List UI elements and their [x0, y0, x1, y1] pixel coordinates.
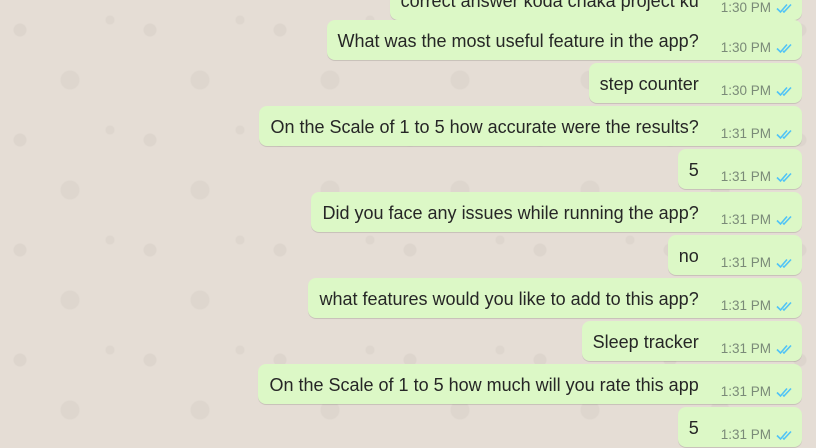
double-check-icon — [776, 344, 792, 354]
double-check-icon — [776, 43, 792, 53]
message-text: what features would you like to add to t… — [319, 289, 699, 309]
message-text: Sleep tracker — [592, 332, 699, 352]
message-time: 1:30 PM — [720, 83, 771, 98]
double-check-icon — [776, 430, 792, 440]
message-time: 1:31 PM — [720, 427, 771, 442]
message-meta: 1:31 PM — [721, 427, 794, 442]
message-text: What was the most useful feature in the … — [337, 31, 699, 51]
message-bubble[interactable]: 5 1:31 PM — [677, 407, 802, 447]
message-bubble[interactable]: Sleep tracker 1:31 PM — [581, 321, 802, 361]
message-meta: 1:31 PM — [721, 126, 794, 141]
double-check-icon — [776, 301, 792, 311]
message-time: 1:31 PM — [720, 341, 771, 356]
message-time: 1:30 PM — [720, 40, 771, 55]
message-time: 1:31 PM — [720, 384, 771, 399]
message-meta: 1:31 PM — [721, 212, 794, 227]
message-meta: 1:31 PM — [721, 384, 794, 399]
double-check-icon — [776, 172, 792, 182]
message-meta: 1:31 PM — [721, 255, 794, 270]
message-meta: 1:31 PM — [721, 341, 794, 356]
message-meta: 1:31 PM — [721, 298, 794, 313]
message-bubble[interactable]: On the Scale of 1 to 5 how accurate were… — [259, 106, 802, 146]
message-bubble[interactable]: 5 1:31 PM — [677, 149, 802, 189]
message-text: Did you face any issues while running th… — [322, 203, 699, 223]
double-check-icon — [776, 215, 792, 225]
message-text: correct answer koda chaka project ku — [400, 0, 699, 11]
double-check-icon — [776, 258, 792, 268]
message-bubble[interactable]: Did you face any issues while running th… — [311, 192, 802, 232]
message-text: 5 — [688, 418, 699, 438]
message-text: step counter — [599, 74, 699, 94]
message-time: 1:31 PM — [720, 255, 771, 270]
message-bubble[interactable]: On the Scale of 1 to 5 how much will you… — [258, 364, 802, 404]
message-time: 1:30 PM — [720, 0, 771, 15]
chat-message-list[interactable]: correct answer koda chaka project ku 1:3… — [0, 0, 816, 448]
double-check-icon — [776, 3, 792, 13]
message-time: 1:31 PM — [720, 169, 771, 184]
message-time: 1:31 PM — [720, 126, 771, 141]
message-time: 1:31 PM — [720, 212, 771, 227]
message-bubble[interactable]: step counter 1:30 PM — [588, 63, 802, 103]
message-time: 1:31 PM — [720, 298, 771, 313]
double-check-icon — [776, 86, 792, 96]
message-meta: 1:30 PM — [721, 40, 794, 55]
message-meta: 1:31 PM — [721, 169, 794, 184]
message-text: no — [678, 246, 699, 266]
double-check-icon — [776, 387, 792, 397]
message-bubble[interactable]: no 1:31 PM — [667, 235, 802, 275]
message-meta: 1:30 PM — [721, 83, 794, 98]
message-bubble[interactable]: what features would you like to add to t… — [308, 278, 802, 318]
message-bubble[interactable]: correct answer koda chaka project ku 1:3… — [389, 0, 802, 20]
message-text: 5 — [688, 160, 699, 180]
message-text: On the Scale of 1 to 5 how much will you… — [269, 375, 699, 395]
message-meta: 1:30 PM — [721, 0, 794, 15]
message-bubble[interactable]: What was the most useful feature in the … — [326, 20, 802, 60]
double-check-icon — [776, 129, 792, 139]
message-text: On the Scale of 1 to 5 how accurate were… — [270, 117, 699, 137]
